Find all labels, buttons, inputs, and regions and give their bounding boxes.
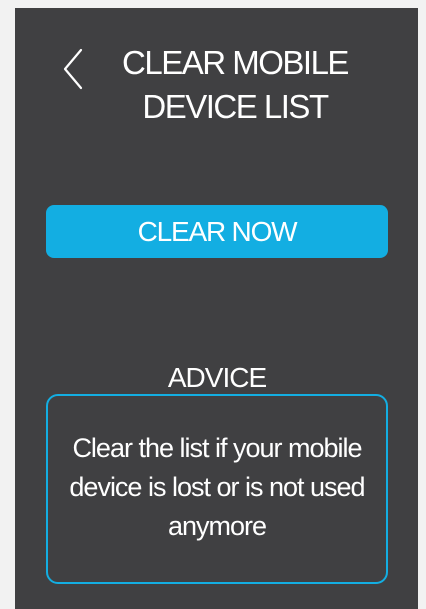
screen: CLEAR MOBILE DEVICE LIST CLEAR NOW ADVIC… (15, 8, 418, 609)
advice-text: Clear the list if your mobile device is … (69, 432, 365, 541)
clear-now-button[interactable]: CLEAR NOW (46, 205, 388, 258)
advice-heading: ADVICE (167, 362, 267, 393)
page-title: CLEAR MOBILE DEVICE LIST (122, 44, 349, 125)
advice-box: Clear the list if your mobile device is … (46, 394, 388, 584)
